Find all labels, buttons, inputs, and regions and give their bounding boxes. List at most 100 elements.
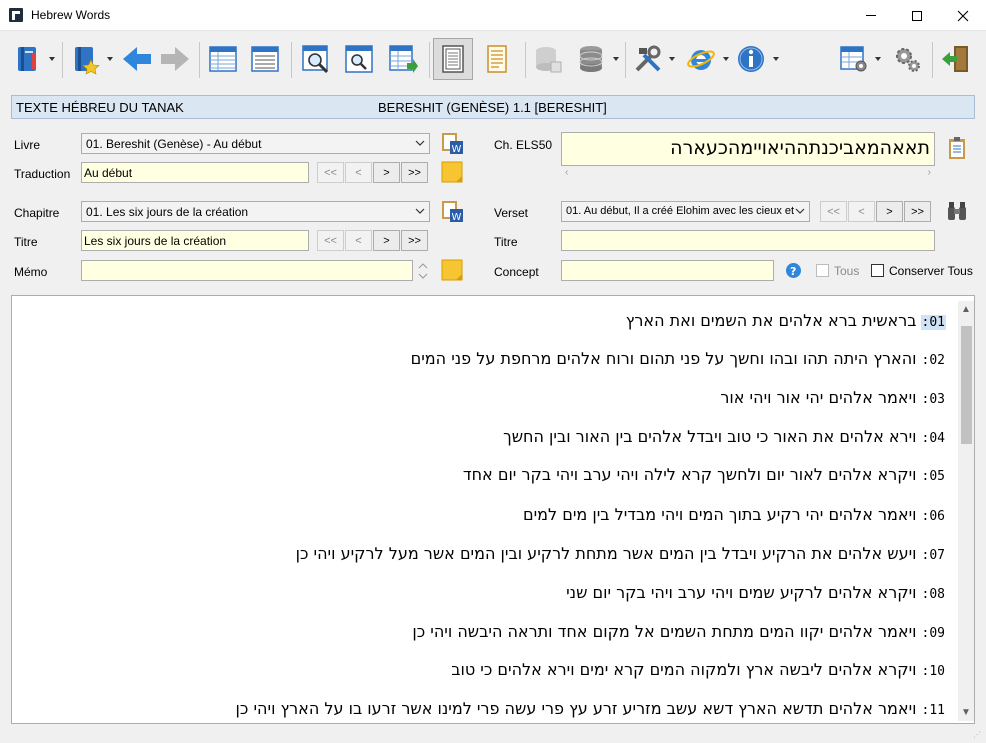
table-icon xyxy=(209,46,237,72)
verse-text: ויעש אלהים את הרקיע ויבדל בין המים אשר מ… xyxy=(295,544,917,563)
search-document-icon xyxy=(345,45,373,73)
settings-table-icon xyxy=(840,46,867,72)
resize-grip[interactable]: ⋰ xyxy=(973,730,981,739)
titre-last-button[interactable]: >> xyxy=(401,230,428,251)
verse-text: ויאמר אלהים תדשא הארץ דשא עשב מזריע זרע … xyxy=(235,699,917,718)
svg-text:W: W xyxy=(452,144,462,155)
binoculars-icon[interactable] xyxy=(945,199,969,223)
tools-dropdown-arrow[interactable] xyxy=(669,57,677,63)
verset-prev-button[interactable]: < xyxy=(848,201,875,222)
settings-dropdown-arrow[interactable] xyxy=(875,57,883,63)
verse-line: וירא אלהים את האור כי טוב ויבדל אלהים בי… xyxy=(503,422,946,446)
toolbar-separator xyxy=(199,42,200,78)
verset-select-value: 01. Au début, Il a créé Elohim avec les … xyxy=(566,205,795,217)
verse-text: ויאמר אלהים יהי אור ויהי אור xyxy=(720,388,917,407)
clipboard-icon[interactable] xyxy=(945,136,969,160)
verse-text: ויאמר אלהים יהי רקיע בתוך המים ויהי מבדי… xyxy=(522,505,917,524)
verse-text-area[interactable]: בראשית ברא אלהים את השמים ואת הארץ :01 ו… xyxy=(11,295,975,724)
conserver-tous-checkbox[interactable] xyxy=(871,264,884,277)
memo-field[interactable] xyxy=(81,260,413,281)
traduction-last-button[interactable]: >> xyxy=(401,162,428,183)
traduction-first-button[interactable]: << xyxy=(317,162,344,183)
chapitre-select-value: 01. Les six jours de la création xyxy=(86,205,249,219)
memo-spin-icon[interactable] xyxy=(418,262,428,280)
preferences-button[interactable] xyxy=(887,38,927,80)
els-horizontal-scrollbar[interactable]: ‹ › xyxy=(561,167,935,179)
tools-icon xyxy=(635,45,661,72)
back-button[interactable] xyxy=(117,38,157,80)
verset-first-button[interactable]: << xyxy=(820,201,847,222)
maximize-button[interactable] xyxy=(894,0,940,31)
tous-checkbox[interactable] xyxy=(816,264,829,277)
toolbar-separator xyxy=(62,42,63,78)
titre-first-button[interactable]: << xyxy=(317,230,344,251)
info-button[interactable] xyxy=(731,38,771,80)
search-text-button[interactable] xyxy=(339,38,379,80)
database-button[interactable] xyxy=(571,38,611,80)
tous-label: Tous xyxy=(834,264,860,278)
titre-field[interactable]: Les six jours de la création xyxy=(81,230,309,251)
minimize-button[interactable] xyxy=(848,0,894,31)
traduction-prev-button[interactable]: < xyxy=(345,162,372,183)
internet-dropdown-arrow[interactable] xyxy=(723,57,731,63)
close-button[interactable] xyxy=(940,0,986,31)
arrow-right-icon xyxy=(161,47,189,71)
export-button[interactable] xyxy=(383,38,423,80)
sticky-note-icon[interactable] xyxy=(440,258,464,282)
tools-button[interactable] xyxy=(628,38,668,80)
titre2-field[interactable] xyxy=(561,230,935,251)
sticky-note-icon[interactable] xyxy=(440,160,464,184)
database-disabled-button[interactable] xyxy=(528,38,568,80)
reference-title: BERESHIT (GENÈSE) 1.1 [BERESHIT] xyxy=(378,100,607,115)
verse-line: ויאמר אלהים יקוו המים מתחת השמים אל מקום… xyxy=(412,617,946,641)
verse-vertical-scrollbar[interactable]: ▲ ▼ xyxy=(958,301,974,721)
verse-line: ויאמר אלהים יהי אור ויהי אור :03 xyxy=(720,383,946,407)
app-icon xyxy=(9,8,23,22)
chapitre-select[interactable]: 01. Les six jours de la création xyxy=(81,201,430,222)
verse-text: ויקרא אלהים לאור יום ולחשך קרא לילה ויהי… xyxy=(462,465,917,484)
scroll-up-icon[interactable]: ▲ xyxy=(961,304,971,315)
scroll-right-icon[interactable]: › xyxy=(928,167,931,178)
concept-field[interactable] xyxy=(561,260,774,281)
livre-label: Livre xyxy=(14,138,41,152)
word-export-icon[interactable]: W xyxy=(440,131,464,155)
els-label: Ch. ELS50 xyxy=(494,138,553,152)
toolbar xyxy=(8,36,978,84)
scrollbar-thumb[interactable] xyxy=(961,326,972,444)
verset-select[interactable]: 01. Au début, Il a créé Elohim avec les … xyxy=(561,201,810,222)
verse-number: :11 xyxy=(921,703,945,718)
export-table-icon xyxy=(389,45,418,73)
favorites-dropdown-arrow[interactable] xyxy=(107,57,115,63)
livre-select[interactable]: 01. Bereshit (Genèse) - Au début xyxy=(81,133,430,154)
book-button[interactable] xyxy=(8,38,48,80)
list-view-button[interactable] xyxy=(245,38,285,80)
settings-button[interactable] xyxy=(834,38,874,80)
chevron-down-icon xyxy=(795,208,805,214)
book-dropdown-arrow[interactable] xyxy=(49,57,57,63)
exit-button[interactable] xyxy=(936,38,976,80)
word-export-icon[interactable]: W xyxy=(440,199,464,223)
verset-last-button[interactable]: >> xyxy=(904,201,931,222)
scroll-left-icon[interactable]: ‹ xyxy=(565,167,568,178)
forward-button[interactable] xyxy=(155,38,195,80)
help-icon[interactable]: ? xyxy=(785,262,802,279)
search-button[interactable] xyxy=(296,38,336,80)
document-view-button[interactable] xyxy=(433,38,473,80)
verset-next-button[interactable]: > xyxy=(876,201,903,222)
titre-prev-button[interactable]: < xyxy=(345,230,372,251)
notes-button[interactable] xyxy=(477,38,517,80)
titre-next-button[interactable]: > xyxy=(373,230,400,251)
verse-line: ויקרא אלהים לאור יום ולחשך קרא לילה ויהי… xyxy=(463,460,946,484)
info-dropdown-arrow[interactable] xyxy=(773,57,781,63)
traduction-next-button[interactable]: > xyxy=(373,162,400,183)
memo-label: Mémo xyxy=(14,265,48,279)
table-view-button[interactable] xyxy=(203,38,243,80)
toolbar-separator xyxy=(429,42,430,78)
favorites-button[interactable] xyxy=(65,38,105,80)
favorite-book-icon xyxy=(75,47,100,75)
internet-button[interactable] xyxy=(681,38,721,80)
database-dropdown-arrow[interactable] xyxy=(613,57,621,63)
traduction-field[interactable]: Au début xyxy=(81,162,309,183)
els-field[interactable]: תאאהמאביכנתההיאויימהכעארה xyxy=(561,132,935,166)
scroll-down-icon[interactable]: ▼ xyxy=(961,707,971,718)
